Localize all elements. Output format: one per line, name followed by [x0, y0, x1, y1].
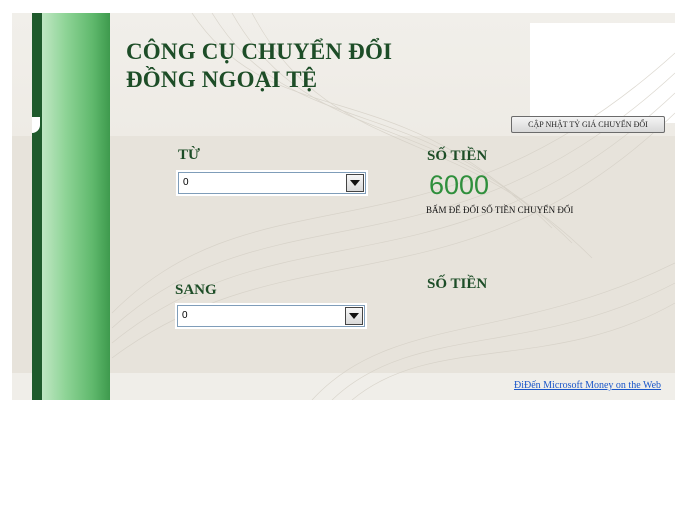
page-title: CÔNG CỤ CHUYỂN ĐỔI ĐỒNG NGOẠI TỆ — [126, 38, 392, 94]
title-line-1: CÔNG CỤ CHUYỂN ĐỔI — [126, 39, 393, 64]
left-accent-green-bar — [42, 13, 110, 400]
converter-panel: CÔNG CỤ CHUYỂN ĐỔI ĐỒNG NGOẠI TỆ CẬP NHẬ… — [12, 13, 675, 400]
from-currency-select[interactable]: 0 — [178, 172, 366, 194]
money-web-link[interactable]: ĐiĐến Microsoft Money on the Web — [514, 380, 661, 391]
chevron-down-icon[interactable] — [346, 174, 364, 192]
result-label: SỐ TIỀN — [427, 276, 488, 292]
from-label: TỪ — [178, 147, 200, 163]
update-rates-button[interactable]: CẬP NHẬT TỶ GIÁ CHUYỂN ĐỔI — [511, 116, 665, 133]
from-currency-value: 0 — [183, 177, 189, 188]
left-accent-dark-bar — [32, 13, 42, 400]
amount-label: SỐ TIỀN — [427, 148, 488, 164]
to-label: SANG — [175, 282, 217, 298]
chevron-down-icon[interactable] — [345, 307, 363, 325]
convert-hint: BẤM ĐỂ ĐỔI SỐ TIỀN CHUYỂN ĐỔI — [426, 205, 574, 215]
to-currency-select[interactable]: 0 — [177, 305, 365, 327]
title-line-2: ĐỒNG NGOẠI TỆ — [126, 67, 318, 92]
amount-input[interactable]: 6000 — [429, 170, 489, 201]
to-currency-value: 0 — [182, 310, 188, 321]
